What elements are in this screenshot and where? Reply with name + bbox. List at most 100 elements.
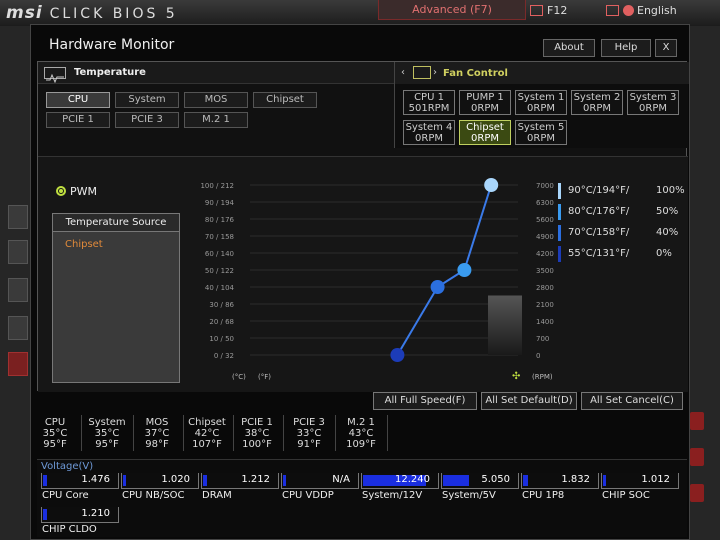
temp-readout-name: MOS (145, 417, 169, 428)
sidebar-icon-1[interactable] (8, 205, 28, 229)
language-button[interactable]: English (606, 4, 677, 17)
radio-selected-icon (56, 186, 66, 196)
left-tick-label: 70 / 158 (205, 233, 234, 241)
all-full-speed-button[interactable]: All Full Speed(F) (373, 392, 477, 410)
fan-button-cpu-1[interactable]: CPU 1 501RPM (403, 90, 455, 115)
sensor-button-pcie-1[interactable]: PCIE 1 (46, 112, 110, 128)
temp-readout-fahrenheit: 100°F (242, 439, 272, 450)
voltage-box-cpu-core: 1.476 (41, 473, 119, 489)
temp-readout-name: Chipset (188, 417, 226, 428)
voltage-value: 12.240 (395, 474, 430, 485)
voltage-fill-bar (43, 509, 47, 520)
temperature-source-value[interactable]: Chipset (53, 232, 179, 257)
voltage-label: CPU NB/SOC (122, 490, 185, 501)
legend-color-bar (558, 246, 561, 262)
fan-rpm: 0RPM (527, 103, 555, 114)
fan-button-system-5[interactable]: System 5 0RPM (515, 120, 567, 145)
voltage-value: 1.020 (161, 474, 190, 485)
temperature-graph-icon (44, 67, 66, 84)
temperature-source-box[interactable]: Temperature Source Chipset (52, 213, 180, 383)
temp-readout-mos: MOS 37°C 98°F (133, 417, 181, 450)
temp-readout-cpu: CPU 35°C 95°F (31, 417, 79, 450)
sensor-button-mos[interactable]: MOS (184, 92, 248, 108)
temp-readout-name: M.2 1 (347, 417, 375, 428)
rpm-bar-background (488, 295, 522, 355)
sensor-button-pcie-3[interactable]: PCIE 3 (115, 112, 179, 128)
rpm-unit-label: (RPM) (532, 373, 553, 381)
fan-rpm: 0RPM (527, 133, 555, 144)
fan-button-pump-1[interactable]: PUMP 1 0RPM (459, 90, 511, 115)
voltage-value: 5.050 (481, 474, 510, 485)
left-tick-label: 60 / 140 (205, 250, 234, 258)
sensor-button-chipset[interactable]: Chipset (253, 92, 317, 108)
left-tick-label: 40 / 104 (205, 284, 235, 292)
fan-prev-arrow[interactable]: ‹ (401, 67, 405, 78)
fan-button-chipset[interactable]: Chipset 0RPM (459, 120, 511, 145)
fan-curve-zone: PWM Temperature Source Chipset 100 / 212… (38, 156, 688, 392)
fan-name: Chipset (466, 122, 504, 133)
search-icon (606, 5, 619, 16)
fan-name: System 2 (573, 92, 621, 103)
sidebar-icon-active[interactable] (8, 352, 28, 376)
voltage-value: 1.212 (241, 474, 270, 485)
temperature-title: Temperature (74, 67, 146, 78)
voltage-label: System/12V (362, 490, 423, 501)
pwm-radio[interactable]: PWM (56, 185, 97, 198)
fan-control-panel: ‹ › Fan Control CPU 1 501RPM PUMP 1 0RPM Sys… (394, 62, 689, 148)
fan-button-system-3[interactable]: System 3 0RPM (627, 90, 679, 115)
sidebar-icon-3[interactable] (8, 278, 28, 302)
temperature-header: Temperature (38, 62, 394, 84)
fan-next-arrow[interactable]: › (433, 67, 437, 78)
right-tick-label: 6300 (536, 199, 554, 207)
help-button[interactable]: Help (601, 39, 651, 57)
voltage-fill-bar (203, 475, 207, 486)
temp-readout-celsius: 38°C (244, 428, 270, 439)
fan-control-icon (413, 66, 431, 79)
advanced-mode-tab[interactable]: Advanced (F7) (378, 0, 526, 20)
right-tick-label: 4200 (536, 250, 554, 258)
fan-button-system-1[interactable]: System 1 0RPM (515, 90, 567, 115)
sensor-button-cpu[interactable]: CPU (46, 92, 110, 108)
sidebar-icon-4[interactable] (8, 316, 28, 340)
right-icon-3[interactable] (690, 484, 704, 502)
monitor-panel: Temperature CPU System MOS Chipset PCIE 1 PCI… (37, 61, 689, 392)
temp-readout-pcie-1: PCIE 1 38°C 100°F (233, 417, 281, 450)
hardware-monitor-window: Hardware Monitor About Help X Temperatur… (30, 24, 690, 540)
fan-rpm: 0RPM (583, 103, 611, 114)
right-icon-2[interactable] (690, 448, 704, 466)
screenshot-button[interactable]: F12 (530, 4, 567, 17)
voltage-value: 1.476 (81, 474, 110, 485)
fan-name: System 3 (629, 92, 677, 103)
sidebar-icon-2[interactable] (8, 240, 28, 264)
sensor-button-m-2-1[interactable]: M.2 1 (184, 112, 248, 128)
fan-rpm: 501RPM (408, 103, 450, 114)
window-title: Hardware Monitor (49, 37, 175, 53)
legend-temp: 80°C/176°F/ (568, 206, 630, 217)
legend-percent: 100% (656, 185, 685, 196)
right-icon-1[interactable] (690, 412, 704, 430)
fan-button-system-4[interactable]: System 4 0RPM (403, 120, 455, 145)
temp-readout-celsius: 42°C (194, 428, 220, 439)
voltage-box-cpu-1p8: 1.832 (521, 473, 599, 489)
fan-curve-chart[interactable]: 100 / 212 90 / 194 80 / 176 70 / 158 60 / 14… (188, 157, 568, 393)
language-label: English (637, 4, 677, 17)
about-button[interactable]: About (543, 39, 595, 57)
voltage-box-cpu-nb-soc: 1.020 (121, 473, 199, 489)
legend-color-bar (558, 183, 561, 199)
voltage-fill-bar (43, 475, 48, 486)
voltage-fill-bar (283, 475, 286, 486)
legend-temp: 90°C/194°F/ (568, 185, 630, 196)
voltage-box-system-5v: 5.050 (441, 473, 519, 489)
temp-readout-m-2-1: M.2 1 43°C 109°F (337, 417, 385, 450)
close-button[interactable]: X (655, 39, 677, 57)
fan-rpm: 0RPM (415, 133, 443, 144)
fan-rpm: 0RPM (639, 103, 667, 114)
left-tick-label: 90 / 194 (205, 199, 235, 207)
fan-curve-point (484, 178, 499, 192)
left-tick-label: 0 / 32 (214, 352, 234, 360)
sensor-button-system[interactable]: System (115, 92, 179, 108)
all-set-cancel-button[interactable]: All Set Cancel(C) (581, 392, 683, 410)
all-set-default-button[interactable]: All Set Default(D) (481, 392, 577, 410)
voltage-fill-bar (443, 475, 469, 486)
fan-button-system-2[interactable]: System 2 0RPM (571, 90, 623, 115)
